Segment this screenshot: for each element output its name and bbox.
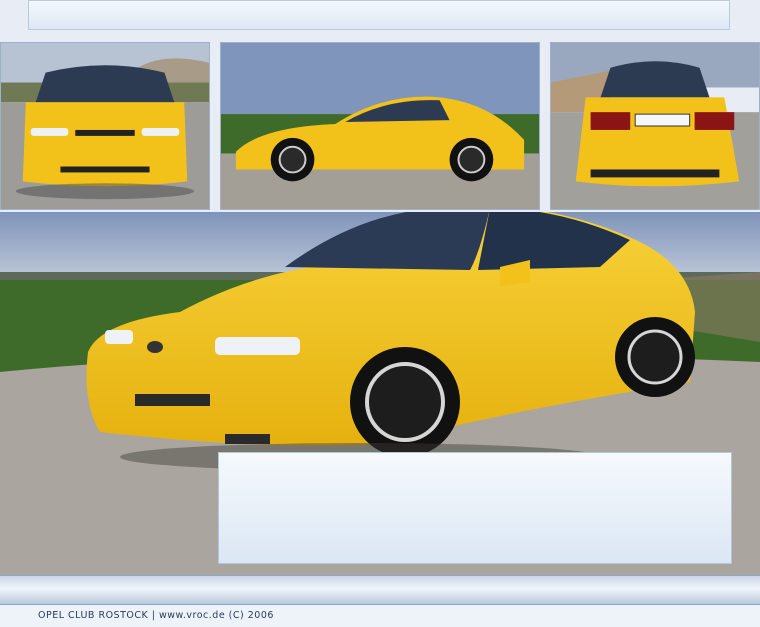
side-view-photo[interactable] <box>220 42 540 210</box>
rear-view-photo[interactable] <box>550 42 760 210</box>
header-banner <box>28 0 730 30</box>
caption-panel <box>218 452 732 564</box>
footer: OPEL CLUB ROSTOCK | www.vroc.de (C) 2006 <box>0 605 760 627</box>
footer-copyright-text: OPEL CLUB ROSTOCK | www.vroc.de (C) 2006 <box>38 610 274 621</box>
front-view-photo[interactable] <box>0 42 210 210</box>
footer-band <box>0 575 760 605</box>
